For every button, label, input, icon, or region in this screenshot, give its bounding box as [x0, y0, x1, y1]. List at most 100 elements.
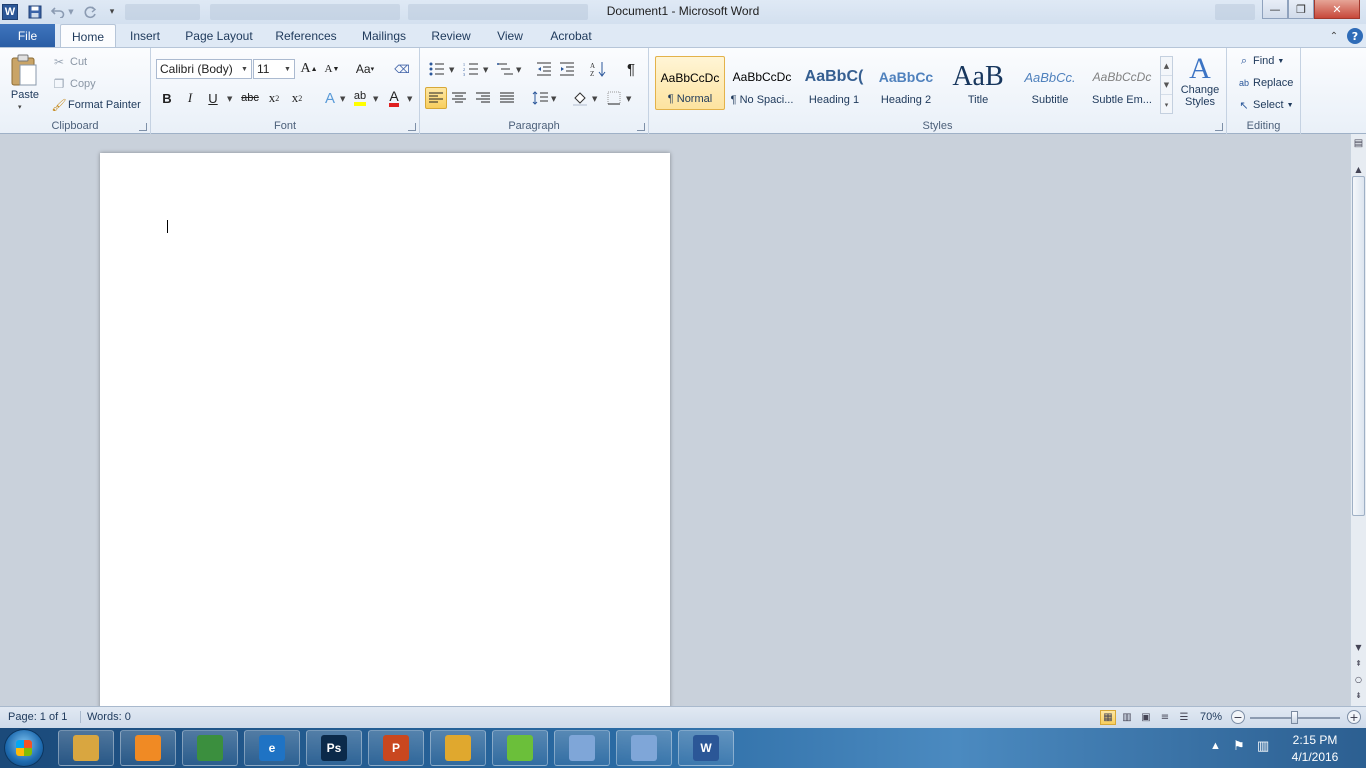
style-no-spacing[interactable]: AaBbCcDc ¶ No Spaci...: [727, 56, 797, 110]
previous-page-icon[interactable]: ⇞: [1351, 656, 1366, 671]
tab-view[interactable]: View: [490, 24, 530, 47]
bullets-dropdown-icon[interactable]: ▼: [449, 66, 454, 74]
action-center-flag-icon[interactable]: ⚑: [1233, 738, 1245, 754]
align-center-icon[interactable]: [448, 87, 470, 109]
clear-formatting-icon[interactable]: ⌫: [391, 58, 413, 80]
line-spacing-dropdown-icon[interactable]: ▼: [551, 95, 556, 103]
next-page-icon[interactable]: ⇟: [1351, 688, 1366, 703]
word-count[interactable]: Words: 0: [80, 711, 131, 723]
font-name-combo[interactable]: Calibri (Body) ▼: [156, 59, 252, 79]
style-subtle-emphasis[interactable]: AaBbCcDc Subtle Em...: [1087, 56, 1157, 110]
font-size-dropdown-icon[interactable]: ▼: [282, 61, 293, 77]
document-area[interactable]: [0, 134, 1350, 713]
taskbar-app-camtasia[interactable]: [492, 730, 548, 766]
gallery-up-icon[interactable]: ▲: [1161, 57, 1172, 76]
zoom-slider-thumb[interactable]: [1291, 711, 1298, 724]
paste-button[interactable]: Paste: [8, 89, 42, 101]
align-left-icon[interactable]: [425, 87, 447, 109]
tab-acrobat[interactable]: Acrobat: [542, 24, 600, 47]
shading-dropdown-icon[interactable]: ▼: [592, 95, 597, 103]
minimize-ribbon-icon[interactable]: ⌃: [1326, 28, 1342, 44]
select-button[interactable]: ↖ Select ▼: [1235, 96, 1294, 114]
scroll-up-icon[interactable]: ▲: [1351, 162, 1366, 177]
font-size-combo[interactable]: 11 ▼: [253, 59, 295, 79]
font-name-dropdown-icon[interactable]: ▼: [239, 61, 250, 77]
tab-references[interactable]: References: [270, 24, 342, 47]
gallery-more-icon[interactable]: ▾: [1161, 95, 1172, 114]
page-count[interactable]: Page: 1 of 1: [8, 711, 67, 723]
clock-date[interactable]: 4/1/2016: [1280, 750, 1350, 764]
font-launcher-icon[interactable]: [408, 123, 416, 131]
line-spacing-icon[interactable]: [529, 87, 551, 109]
draft-icon[interactable]: ☰: [1176, 710, 1192, 725]
document-page[interactable]: [100, 153, 670, 713]
text-effects-button[interactable]: A: [319, 87, 341, 109]
taskbar-app-chrome[interactable]: [182, 730, 238, 766]
tab-review[interactable]: Review: [426, 24, 476, 47]
taskbar-app-internet-explorer[interactable]: e: [244, 730, 300, 766]
gallery-down-icon[interactable]: ▼: [1161, 76, 1172, 95]
style-title[interactable]: AaB Title: [943, 56, 1013, 110]
grow-font-button[interactable]: A ▲: [298, 58, 320, 80]
print-layout-icon[interactable]: ▦: [1100, 710, 1116, 725]
styles-gallery-scroll[interactable]: ▲ ▼ ▾: [1160, 56, 1173, 114]
network-icon[interactable]: ▥: [1257, 738, 1269, 754]
strikethrough-button[interactable]: abc: [237, 87, 263, 109]
superscript-button[interactable]: x2: [286, 87, 308, 109]
tab-file[interactable]: File: [0, 24, 55, 47]
paste-dropdown-icon[interactable]: ▾: [18, 103, 22, 111]
multilevel-dropdown-icon[interactable]: ▼: [516, 66, 521, 74]
taskbar-app-media-player[interactable]: [120, 730, 176, 766]
tab-home[interactable]: Home: [60, 24, 116, 48]
borders-dropdown-icon[interactable]: ▼: [626, 95, 631, 103]
multilevel-list-icon[interactable]: [494, 58, 516, 80]
font-color-button[interactable]: A: [383, 87, 405, 109]
ruler-toggle-icon[interactable]: ▤: [1351, 136, 1366, 151]
select-dropdown-icon[interactable]: ▼: [1287, 102, 1294, 109]
taskbar-app-winamp[interactable]: [430, 730, 486, 766]
taskbar-app-acrobat-app-2[interactable]: [616, 730, 672, 766]
tab-page-layout[interactable]: Page Layout: [180, 24, 258, 47]
justify-icon[interactable]: [496, 87, 518, 109]
minimize-button[interactable]: —: [1262, 0, 1288, 19]
underline-button[interactable]: U: [202, 87, 224, 109]
bold-button[interactable]: B: [156, 87, 178, 109]
web-layout-icon[interactable]: ▣: [1138, 710, 1154, 725]
shrink-font-button[interactable]: A ▼: [321, 58, 343, 80]
subscript-button[interactable]: x2: [263, 87, 285, 109]
scroll-down-icon[interactable]: ▼: [1351, 640, 1366, 655]
taskbar-app-word[interactable]: W: [678, 730, 734, 766]
clipboard-launcher-icon[interactable]: [139, 123, 147, 131]
find-button[interactable]: ⌕ Find ▼: [1235, 52, 1284, 70]
restore-button[interactable]: ❐: [1288, 0, 1314, 19]
style-heading-1[interactable]: AaBbC( Heading 1: [799, 56, 869, 110]
taskbar-app-acrobat-app-1[interactable]: [554, 730, 610, 766]
style-normal[interactable]: AaBbCcDc ¶ Normal: [655, 56, 725, 110]
tab-mailings[interactable]: Mailings: [354, 24, 414, 47]
change-case-button[interactable]: Aa ▾: [351, 58, 379, 80]
highlight-button[interactable]: ab: [349, 87, 371, 109]
paragraph-launcher-icon[interactable]: [637, 123, 645, 131]
font-color-dropdown-icon[interactable]: ▼: [407, 95, 412, 103]
select-browse-object-icon[interactable]: ○: [1351, 672, 1366, 687]
tab-insert[interactable]: Insert: [122, 24, 168, 47]
find-dropdown-icon[interactable]: ▼: [1277, 58, 1284, 65]
outline-icon[interactable]: ≡: [1157, 710, 1173, 725]
full-screen-reading-icon[interactable]: ▥: [1119, 710, 1135, 725]
help-icon[interactable]: ?: [1347, 28, 1363, 44]
sort-icon[interactable]: AZ: [587, 58, 609, 80]
bullets-icon[interactable]: [426, 58, 448, 80]
format-painter-button[interactable]: 🖌 Format Painter: [50, 96, 140, 114]
taskbar-app-file-explorer[interactable]: [58, 730, 114, 766]
vertical-scrollbar[interactable]: ▤ ▲ ▼ ⇞ ○ ⇟: [1350, 134, 1366, 706]
styles-launcher-icon[interactable]: [1215, 123, 1223, 131]
zoom-out-icon[interactable]: −: [1231, 710, 1245, 724]
highlight-dropdown-icon[interactable]: ▼: [373, 95, 378, 103]
underline-dropdown-icon[interactable]: ▼: [227, 95, 232, 103]
borders-icon[interactable]: [603, 87, 625, 109]
italic-button[interactable]: I: [179, 87, 201, 109]
clock-time[interactable]: 2:15 PM: [1280, 733, 1350, 747]
style-heading-2[interactable]: AaBbCc Heading 2: [871, 56, 941, 110]
copy-button[interactable]: ❐ Copy: [50, 75, 96, 93]
paste-icon[interactable]: [6, 52, 42, 88]
